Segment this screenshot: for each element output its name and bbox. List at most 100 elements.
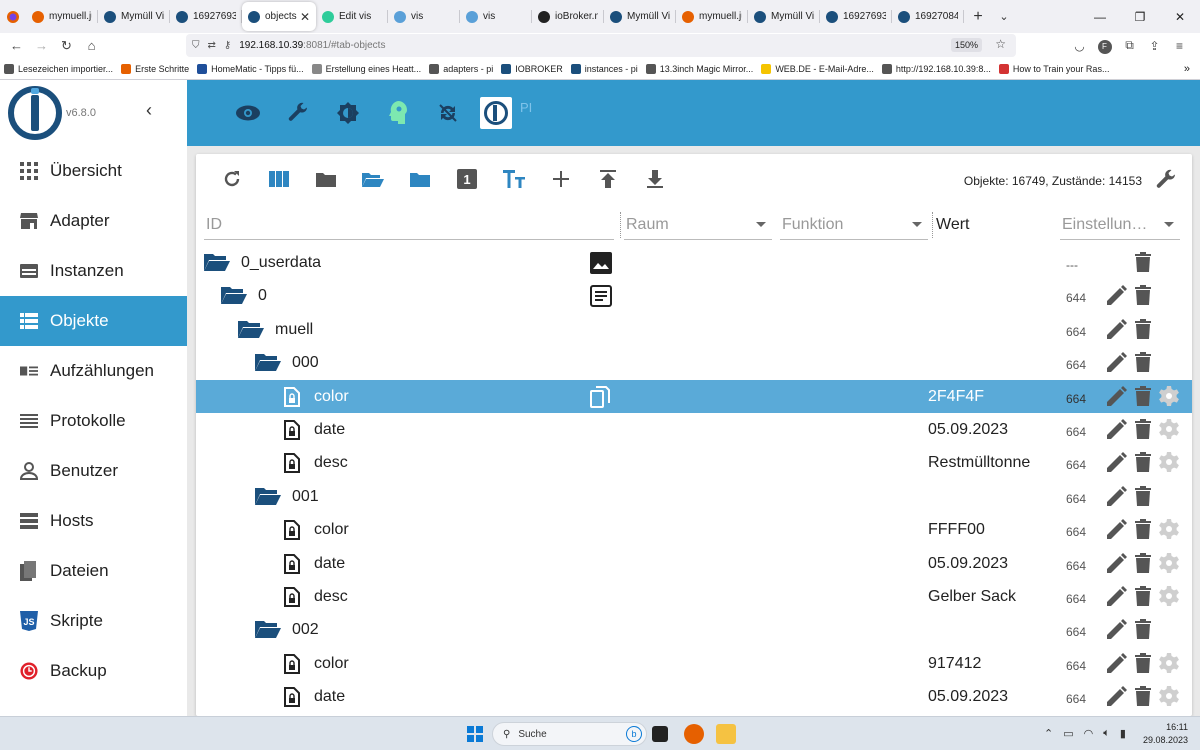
object-value[interactable]: FFFF00 <box>928 521 985 539</box>
delete-trash-icon[interactable] <box>1130 585 1156 606</box>
battery-level-icon[interactable]: ▮ <box>1120 727 1126 740</box>
edit-pencil-icon[interactable] <box>1104 452 1130 473</box>
reload-icon[interactable]: ↻ <box>54 38 79 54</box>
folder-expand-icon[interactable] <box>396 171 443 187</box>
sidebar-item-dateien[interactable]: Dateien <box>0 546 187 596</box>
delete-trash-icon[interactable] <box>1130 619 1156 640</box>
edit-pencil-icon[interactable] <box>1104 686 1130 707</box>
settings-wrench-icon[interactable] <box>1154 168 1178 197</box>
object-value[interactable]: 05.09.2023 <box>928 688 1008 706</box>
object-value[interactable]: Gelber Sack <box>928 588 1016 606</box>
host-logo-icon[interactable] <box>480 97 512 129</box>
sidebar-item--bersicht[interactable]: Übersicht <box>0 146 187 196</box>
url-bar[interactable]: ⛉ ⇄ ⚷ 192.168.10.39:8081/#tab-objects 15… <box>186 34 1016 57</box>
delete-trash-icon[interactable] <box>1130 285 1156 306</box>
bookmark-item[interactable]: IOBROKER <box>497 63 567 74</box>
bookmark-item[interactable]: http://192.168.10.39:8... <box>878 63 995 74</box>
copy-icon[interactable] <box>590 385 610 413</box>
edit-pencil-icon[interactable] <box>1104 652 1130 673</box>
delete-trash-icon[interactable] <box>1130 318 1156 339</box>
maximize-icon[interactable]: ❐ <box>1120 10 1160 24</box>
new-tab-button[interactable]: + <box>964 8 992 26</box>
battery-icon[interactable]: ▭ <box>1063 727 1073 740</box>
custom-settings-gear-icon[interactable] <box>1156 552 1182 573</box>
explorer-taskbar-icon[interactable] <box>716 724 736 744</box>
delete-trash-icon[interactable] <box>1130 652 1156 673</box>
bookmark-item[interactable]: Erstellung eines Heatt... <box>308 63 426 74</box>
tree-folder-row[interactable]: 0_userdata --- <box>196 246 1192 279</box>
extensions-icon[interactable]: ⧉ <box>1117 38 1142 53</box>
sidebar-item-backup[interactable]: Backup <box>0 646 187 696</box>
folder-open-icon[interactable] <box>255 353 281 376</box>
custom-settings-gear-icon[interactable] <box>1156 585 1182 606</box>
sidebar-item-adapter[interactable]: Adapter <box>0 196 187 246</box>
custom-settings-gear-icon[interactable] <box>1156 652 1182 673</box>
tree-state-row[interactable]: desc Restmülltonne 664 <box>196 446 1192 479</box>
edit-pencil-icon[interactable] <box>1104 385 1130 406</box>
edit-pencil-icon[interactable] <box>1104 552 1130 573</box>
expert-mode-icon[interactable] <box>373 100 423 126</box>
tree-state-row[interactable]: color 2F4F4F 664 <box>196 379 1192 413</box>
browser-tab[interactable]: objects ✕ <box>242 2 316 31</box>
custom-settings-gear-icon[interactable] <box>1156 385 1182 406</box>
bookmark-item[interactable]: Erste Schritte <box>117 63 193 74</box>
permissions-icon[interactable]: ⇄ <box>208 40 216 51</box>
object-value[interactable]: 05.09.2023 <box>928 421 1008 439</box>
browser-tab[interactable]: mymuell.jumom <box>676 2 748 31</box>
delete-trash-icon[interactable] <box>1130 485 1156 506</box>
brightness-icon[interactable] <box>323 101 373 125</box>
tree-folder-row[interactable]: 001 664 <box>196 480 1192 513</box>
edit-pencil-icon[interactable] <box>1104 318 1130 339</box>
wrench-icon[interactable] <box>273 101 323 125</box>
share-icon[interactable]: ⇪ <box>1142 39 1167 53</box>
wifi-icon[interactable]: ◠ <box>1084 727 1094 740</box>
custom-settings-gear-icon[interactable] <box>1156 519 1182 540</box>
sidebar-item-benutzer[interactable]: Benutzer <box>0 446 187 496</box>
browser-tab[interactable]: Mymüll Visu <box>748 2 820 31</box>
tree-state-row[interactable]: color 917412 664 <box>196 647 1192 680</box>
folder-collapse-icon[interactable] <box>302 171 349 187</box>
browser-tab[interactable]: 1692708409 <box>892 2 964 31</box>
columns-icon[interactable] <box>255 171 302 187</box>
custom-settings-gear-icon[interactable] <box>1156 686 1182 707</box>
shield-icon[interactable]: ⛉ <box>192 40 200 51</box>
tree-state-row[interactable]: date 05.09.2023 664 <box>196 547 1192 580</box>
sidebar-item-objekte[interactable]: Objekte <box>0 296 187 346</box>
browser-tab[interactable]: ioBroker.my <box>532 2 604 31</box>
bookmark-item[interactable]: WEB.DE - E-Mail-Adre... <box>757 63 878 74</box>
browser-tab[interactable]: 1692769323 <box>820 2 892 31</box>
browser-tab[interactable]: vis <box>460 2 532 31</box>
task-view-icon[interactable] <box>652 726 668 742</box>
column-divider[interactable] <box>932 212 934 238</box>
add-icon[interactable] <box>537 171 584 187</box>
close-tab-icon[interactable]: ✕ <box>300 10 310 24</box>
bookmark-item[interactable]: Lesezeichen importier... <box>0 63 117 74</box>
browser-tab[interactable]: Edit vis <box>316 2 388 31</box>
download-icon[interactable] <box>631 170 678 188</box>
bookmark-star-icon[interactable]: ☆ <box>995 37 1006 51</box>
bookmark-item[interactable]: HomeMatic - Tipps fü... <box>193 63 308 74</box>
back-icon[interactable]: ← <box>4 38 29 53</box>
id-filter[interactable]: ID <box>204 210 614 240</box>
tree-folder-row[interactable]: 0 644 <box>196 279 1192 312</box>
menu-icon[interactable]: ≡ <box>1167 39 1192 53</box>
sidebar-item-aufz-hlungen[interactable]: Aufzählungen <box>0 346 187 396</box>
tree-folder-row[interactable]: 000 664 <box>196 346 1192 379</box>
zoom-level[interactable]: 150% <box>950 38 982 52</box>
column-divider[interactable] <box>620 212 622 238</box>
description-icon[interactable] <box>590 285 612 312</box>
room-filter[interactable]: Raum <box>624 210 772 240</box>
account-icon[interactable]: F <box>1092 38 1117 54</box>
delete-trash-icon[interactable] <box>1130 252 1156 272</box>
folder-open-icon[interactable] <box>255 620 281 643</box>
forward-icon[interactable]: → <box>29 38 54 53</box>
browser-tab[interactable]: Mymüll Visu <box>604 2 676 31</box>
browser-tab[interactable]: mymuell.jumom <box>26 2 98 31</box>
bookmark-item[interactable]: How to Train your Ras... <box>995 63 1114 74</box>
edit-pencil-icon[interactable] <box>1104 485 1130 506</box>
object-value[interactable]: Restmülltonne <box>928 454 1030 472</box>
edit-pencil-icon[interactable] <box>1104 585 1130 606</box>
tree-state-row[interactable]: color FFFF00 664 <box>196 513 1192 546</box>
custom-settings-gear-icon[interactable] <box>1156 418 1182 439</box>
pocket-icon[interactable]: ◡ <box>1067 39 1092 53</box>
